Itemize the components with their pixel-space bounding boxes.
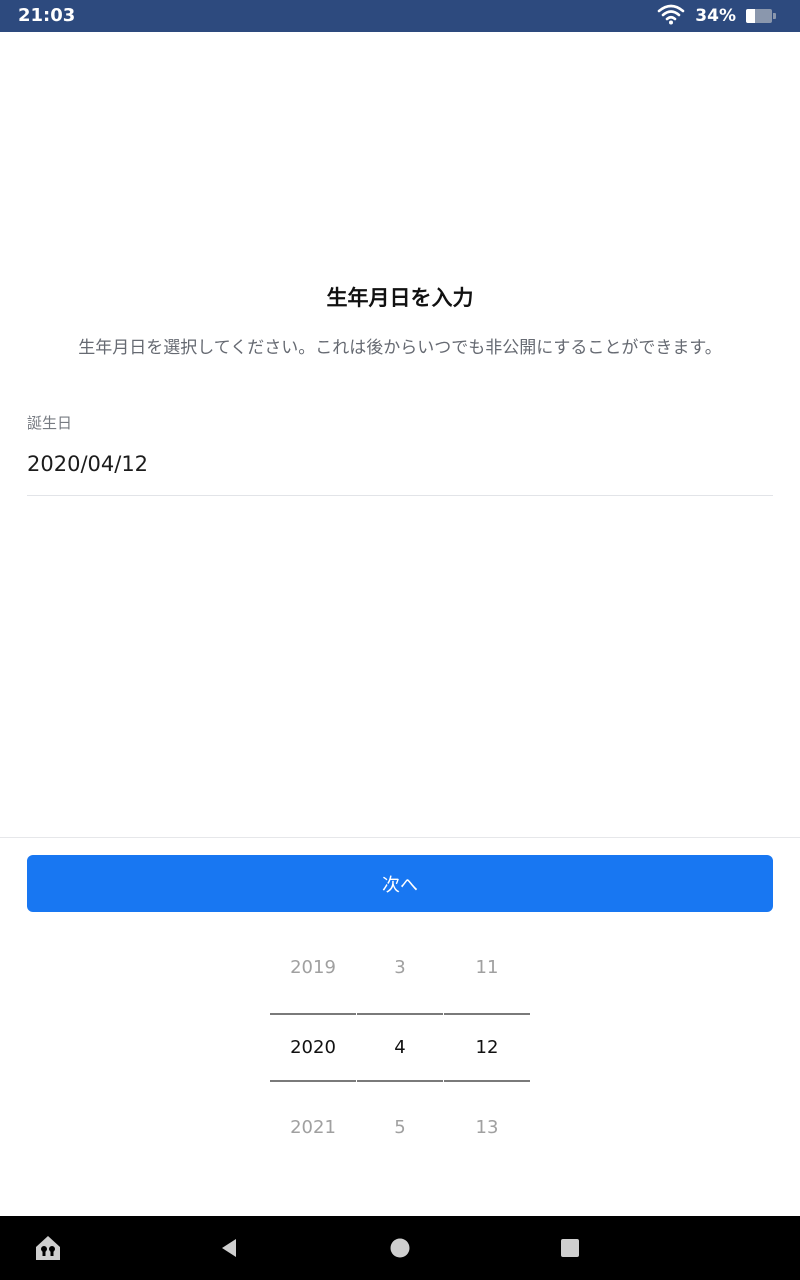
page-subtitle: 生年月日を選択してください。これは後からいつでも非公開にすることができます。 (78, 338, 722, 358)
year-selection-line-top (270, 1013, 356, 1015)
home-lock-icon[interactable] (32, 1232, 64, 1264)
month-picker[interactable]: 3 4 5 (357, 935, 443, 1165)
recents-icon[interactable] (554, 1232, 586, 1264)
navigation-bar (0, 1216, 800, 1280)
month-next[interactable]: 5 (357, 1117, 443, 1138)
page-title: 生年月日を入力 (326, 286, 474, 310)
battery-percent: 34% (695, 6, 736, 26)
year-picker[interactable]: 2019 2020 2021 (270, 935, 356, 1165)
status-bar: 21:03 34% (0, 0, 800, 32)
month-current[interactable]: 4 (357, 1037, 443, 1058)
day-picker[interactable]: 11 12 13 (444, 935, 530, 1165)
year-current[interactable]: 2020 (270, 1037, 356, 1058)
month-selection-line-top (357, 1013, 443, 1015)
day-current[interactable]: 12 (444, 1037, 530, 1058)
year-prev[interactable]: 2019 (270, 957, 356, 978)
year-selection-line-bottom (270, 1080, 356, 1082)
home-icon[interactable] (384, 1232, 416, 1264)
day-next[interactable]: 13 (444, 1117, 530, 1138)
status-time: 21:03 (18, 5, 76, 26)
battery-icon (746, 9, 776, 23)
status-indicators: 34% (657, 4, 776, 28)
divider (0, 837, 800, 838)
birthday-label: 誕生日 (27, 414, 73, 432)
month-prev[interactable]: 3 (357, 957, 443, 978)
day-selection-line-bottom (444, 1080, 530, 1082)
day-prev[interactable]: 11 (444, 957, 530, 978)
day-selection-line-top (444, 1013, 530, 1015)
back-icon[interactable] (213, 1232, 245, 1264)
wifi-icon (657, 3, 685, 29)
birthday-field[interactable]: 2020/04/12 (27, 452, 773, 496)
next-button[interactable]: 次へ (27, 855, 773, 912)
month-selection-line-bottom (357, 1080, 443, 1082)
year-next[interactable]: 2021 (270, 1117, 356, 1138)
